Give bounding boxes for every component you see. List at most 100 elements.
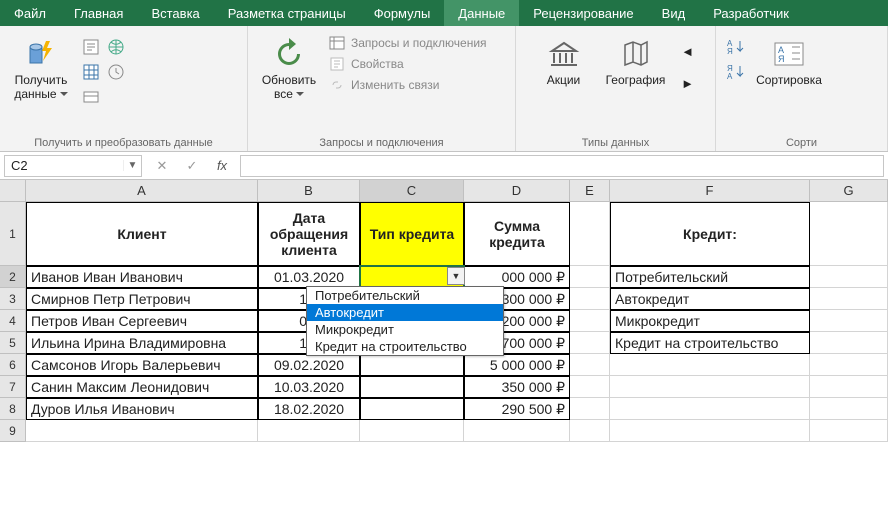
dropdown-option-3[interactable]: Кредит на строительство — [307, 338, 503, 355]
menu-вид[interactable]: Вид — [648, 0, 700, 26]
cell-G6[interactable] — [810, 354, 888, 376]
sort-button[interactable]: AЯ Сортировка — [756, 30, 822, 90]
cell-E2[interactable] — [570, 266, 610, 288]
cell-F3[interactable]: Автокредит — [610, 288, 810, 310]
cell-F5[interactable]: Кредит на строительство — [610, 332, 810, 354]
from-text-icon[interactable] — [80, 36, 102, 58]
data-validation-dropdown-button[interactable]: ▼ — [447, 267, 465, 285]
cell-C8[interactable] — [360, 398, 464, 420]
header-cell-F[interactable]: Кредит: — [610, 202, 810, 266]
cell-A4[interactable]: Петров Иван Сергеевич — [26, 310, 258, 332]
cell-B6[interactable]: 09.02.2020 — [258, 354, 360, 376]
cell-E7[interactable] — [570, 376, 610, 398]
row-header-3[interactable]: 3 — [0, 288, 26, 310]
row-header-7[interactable]: 7 — [0, 376, 26, 398]
sort-za-icon[interactable]: ЯA — [726, 61, 748, 83]
cell-A5[interactable]: Ильина Ирина Владимировна — [26, 332, 258, 354]
row-header-5[interactable]: 5 — [0, 332, 26, 354]
from-table-icon[interactable] — [80, 61, 102, 83]
menu-файл[interactable]: Файл — [0, 0, 60, 26]
col-header-E[interactable]: E — [570, 180, 610, 202]
cell-E5[interactable] — [570, 332, 610, 354]
formula-input[interactable] — [240, 155, 884, 177]
cell-A9[interactable] — [26, 420, 258, 442]
cell-G3[interactable] — [810, 288, 888, 310]
enter-icon[interactable]: ✓ — [178, 155, 206, 177]
row-header-4[interactable]: 4 — [0, 310, 26, 332]
cell-D9[interactable] — [464, 420, 570, 442]
fx-icon[interactable]: fx — [208, 155, 236, 177]
cell-D2[interactable]: 000 000 ₽ — [464, 266, 570, 288]
row-header-1[interactable]: 1 — [0, 202, 26, 266]
col-header-B[interactable]: B — [258, 180, 360, 202]
refresh-all-button[interactable]: Обновить все — [256, 30, 322, 104]
cell-G2[interactable] — [810, 266, 888, 288]
cell-F2[interactable]: Потребительский — [610, 266, 810, 288]
cell-B8[interactable]: 18.02.2020 — [258, 398, 360, 420]
chevron-right-icon[interactable]: ► — [677, 72, 699, 94]
select-all-corner[interactable] — [0, 180, 26, 202]
col-header-D[interactable]: D — [464, 180, 570, 202]
cell-F7[interactable] — [610, 376, 810, 398]
cell-B7[interactable]: 10.03.2020 — [258, 376, 360, 398]
dropdown-option-2[interactable]: Микрокредит — [307, 321, 503, 338]
cell-D8[interactable]: 290 500 ₽ — [464, 398, 570, 420]
cell-B9[interactable] — [258, 420, 360, 442]
cell-A8[interactable]: Дуров Илья Иванович — [26, 398, 258, 420]
col-header-G[interactable]: G — [810, 180, 888, 202]
cell-A2[interactable]: Иванов Иван Иванович — [26, 266, 258, 288]
edit-links-button[interactable]: Изменить связи — [328, 76, 487, 94]
cell-C9[interactable] — [360, 420, 464, 442]
cell-B2[interactable]: 01.03.2020 — [258, 266, 360, 288]
cell-G5[interactable] — [810, 332, 888, 354]
menu-формулы[interactable]: Формулы — [360, 0, 445, 26]
col-header-A[interactable]: A — [26, 180, 258, 202]
get-data-button[interactable]: Получить данные — [8, 30, 74, 104]
row-header-9[interactable]: 9 — [0, 420, 26, 442]
header-cell-B[interactable]: Дата обращения клиента — [258, 202, 360, 266]
row-header-8[interactable]: 8 — [0, 398, 26, 420]
header-cell-A[interactable]: Клиент — [26, 202, 258, 266]
cell-G8[interactable] — [810, 398, 888, 420]
cell-C7[interactable] — [360, 376, 464, 398]
cell-F4[interactable]: Микрокредит — [610, 310, 810, 332]
cell-E4[interactable] — [570, 310, 610, 332]
cell-G7[interactable] — [810, 376, 888, 398]
cell-D6[interactable]: 5 000 000 ₽ — [464, 354, 570, 376]
dropdown-option-1[interactable]: Автокредит — [307, 304, 503, 321]
menu-рецензирование[interactable]: Рецензирование — [519, 0, 647, 26]
from-web-icon[interactable] — [105, 36, 127, 58]
cell-G4[interactable] — [810, 310, 888, 332]
sort-az-icon[interactable]: AЯ — [726, 36, 748, 58]
cell-A3[interactable]: Смирнов Петр Петрович — [26, 288, 258, 310]
cell-F9[interactable] — [610, 420, 810, 442]
header-cell-E[interactable] — [570, 202, 610, 266]
col-header-C[interactable]: C — [360, 180, 464, 202]
header-cell-C[interactable]: Тип кредита — [360, 202, 464, 266]
cell-E3[interactable] — [570, 288, 610, 310]
cell-E9[interactable] — [570, 420, 610, 442]
col-header-F[interactable]: F — [610, 180, 810, 202]
menu-разработчик[interactable]: Разработчик — [699, 0, 803, 26]
name-box[interactable]: C2 ▼ — [4, 155, 142, 177]
queries-connections-button[interactable]: Запросы и подключения — [328, 34, 487, 52]
geography-button[interactable]: География — [603, 30, 669, 90]
menu-главная[interactable]: Главная — [60, 0, 137, 26]
row-header-6[interactable]: 6 — [0, 354, 26, 376]
cancel-icon[interactable]: ✕ — [148, 155, 176, 177]
menu-данные[interactable]: Данные — [444, 0, 519, 26]
row-header-2[interactable]: 2 — [0, 266, 26, 288]
menu-вставка[interactable]: Вставка — [137, 0, 213, 26]
cell-D7[interactable]: 350 000 ₽ — [464, 376, 570, 398]
recent-sources-icon[interactable] — [105, 61, 127, 83]
cell-C6[interactable] — [360, 354, 464, 376]
cell-F8[interactable] — [610, 398, 810, 420]
existing-conn-icon[interactable] — [80, 86, 102, 108]
cell-F6[interactable] — [610, 354, 810, 376]
properties-button[interactable]: Свойства — [328, 55, 487, 73]
cell-A7[interactable]: Санин Максим Леонидович — [26, 376, 258, 398]
cell-G9[interactable] — [810, 420, 888, 442]
stocks-button[interactable]: Акции — [531, 30, 597, 90]
header-cell-G[interactable] — [810, 202, 888, 266]
chevron-left-icon[interactable]: ◄ — [677, 40, 699, 62]
